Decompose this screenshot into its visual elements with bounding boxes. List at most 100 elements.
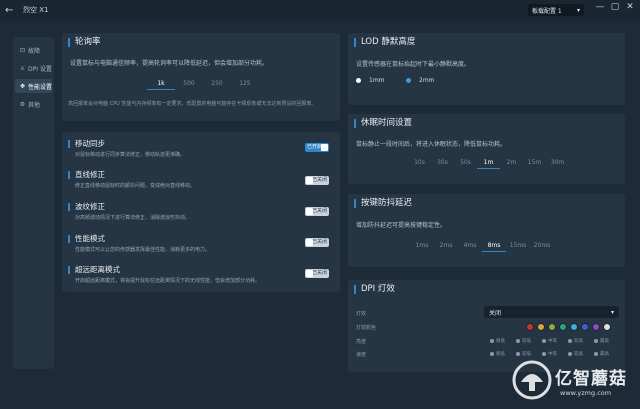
lod-option-1mm[interactable]: 1mm — [356, 77, 385, 84]
sleep-option-1m[interactable]: 1m — [477, 157, 500, 169]
color-swatch[interactable] — [570, 323, 578, 331]
sidebar-item-dpi[interactable]: ⚔ DPI 设置 — [15, 61, 52, 75]
toggle-state: 已关闭 — [311, 270, 327, 276]
sleep-option-15m[interactable]: 15m — [523, 157, 546, 169]
toggle-title-angle-snap: 直线修正 — [68, 171, 105, 179]
angle-snap-toggle[interactable]: 已关闭 — [305, 176, 329, 185]
polling-option-500[interactable]: 500 — [175, 78, 203, 90]
report-icon: ⊡ — [19, 46, 26, 54]
minimize-button[interactable]: — — [594, 2, 606, 12]
debounce-card: 按键防抖延迟 增加防抖延迟可提高按键稳定性。 1ms 2ms 4ms 8ms 1… — [348, 194, 625, 267]
color-swatch[interactable] — [548, 323, 556, 331]
brightness-level[interactable]: 较高 — [568, 338, 594, 344]
sleep-option-30m[interactable]: 30m — [546, 157, 569, 169]
level-label: 较低 — [522, 339, 531, 344]
color-swatch[interactable] — [603, 323, 611, 331]
toggle-state: 已关闭 — [311, 208, 327, 214]
sidebar-item-label: 其他 — [28, 101, 41, 109]
brightness-level[interactable]: 很低 — [490, 338, 516, 344]
toggle-knob — [321, 144, 328, 151]
debounce-option-4ms[interactable]: 4ms — [458, 240, 482, 252]
level-label: 很低 — [496, 339, 505, 344]
level-label: 很低 — [496, 352, 505, 357]
toggle-title-performance-mode: 性能模式 — [68, 235, 105, 243]
toggle-title-ripple-control: 波纹修正 — [68, 203, 105, 211]
toggle-knob — [306, 239, 313, 246]
lod-option-label: 1mm — [369, 77, 385, 84]
color-swatch[interactable] — [526, 323, 534, 331]
toggle-knob — [306, 270, 313, 277]
level-label: 中等 — [548, 339, 557, 344]
level-label: 最高 — [600, 339, 609, 344]
color-swatch[interactable] — [559, 323, 567, 331]
toggle-state: 已开启 — [307, 144, 323, 150]
polling-option-250[interactable]: 250 — [203, 78, 231, 90]
back-arrow-icon[interactable]: ← — [5, 5, 21, 16]
polling-rate-card: 轮询率 设置鼠标与电脑通信频率，提高轮询率可以降低延迟，但会增加部分功耗。 1k… — [62, 33, 340, 121]
toggle-title-motion-sync: 移动同步 — [68, 140, 105, 148]
sidebar-item-label: 性能设置 — [28, 83, 53, 91]
sleep-card: 休眠时间设置 鼠标静止一段时间后，将进入休眠状态，降低鼠标功耗。 10s 30s… — [348, 114, 625, 184]
debounce-option-15ms[interactable]: 15ms — [506, 240, 530, 252]
watermark-logo: 亿智蘑菇 www.yzmg.com — [510, 356, 635, 404]
color-swatch[interactable] — [592, 323, 600, 331]
debounce-option-20ms[interactable]: 20ms — [530, 240, 554, 252]
brightness-level[interactable]: 最高 — [594, 338, 620, 344]
maximize-button[interactable]: ▢ — [609, 2, 621, 12]
chevron-down-icon: ▾ — [576, 6, 580, 14]
motion-sync-toggle[interactable]: 已开启 — [305, 143, 329, 152]
dpi-icon: ⚔ — [19, 64, 26, 72]
toggle-title-long-range-mode: 超远距离模式 — [68, 266, 120, 274]
radio-dot-icon — [594, 339, 598, 343]
watermark-name: 亿智蘑菇 — [555, 369, 627, 389]
long-range-mode-toggle[interactable]: 已关闭 — [305, 269, 329, 278]
close-button[interactable]: ✕ — [624, 2, 636, 12]
brightness-level[interactable]: 较低 — [516, 338, 542, 344]
app-title: 烈空 X1 — [23, 6, 49, 14]
performance-icon: ✥ — [19, 82, 26, 90]
sidebar-item-label: 故障 — [28, 47, 41, 55]
toggle-desc-long-range-mode: 开启超远距离模式，将会提升鼠标在远距离情况下的无线性能，但会增加部分功耗。 — [75, 278, 261, 284]
lod-option-2mm[interactable]: 2mm — [406, 77, 435, 84]
sleep-option-2m[interactable]: 2m — [500, 157, 523, 169]
brightness-level[interactable]: 中等 — [542, 338, 568, 344]
debounce-option-2ms[interactable]: 2ms — [434, 240, 458, 252]
profile-dropdown[interactable]: 板载配置 1 ▾ — [528, 4, 584, 16]
toggle-knob — [306, 208, 313, 215]
profile-label: 板载配置 1 — [532, 7, 562, 15]
color-swatch[interactable] — [537, 323, 545, 331]
level-label: 较高 — [574, 339, 583, 344]
sleep-option-10s[interactable]: 10s — [408, 157, 431, 169]
color-swatch[interactable] — [581, 323, 589, 331]
dpi-light-title: DPI 灯效 — [354, 285, 395, 294]
polling-rate-options: 1k 500 250 125 — [147, 78, 259, 90]
toggle-desc-motion-sync: 对鼠标移动进行同步算法修正，移动轨迹更准确。 — [75, 152, 186, 158]
sidebar-item-label: DPI 设置 — [28, 65, 52, 73]
toggle-desc-angle-snap: 修正直线移动鼠标时的颤抖问题，变成绝对直线移动。 — [75, 183, 196, 189]
sleep-option-30s[interactable]: 30s — [431, 157, 454, 169]
debounce-options: 1ms 2ms 4ms 8ms 15ms 20ms — [410, 240, 554, 252]
sidebar-item-performance[interactable]: ✥ 性能设置 — [15, 79, 52, 93]
radio-dot-icon — [490, 352, 494, 356]
debounce-option-8ms[interactable]: 8ms — [482, 240, 506, 252]
polling-rate-desc: 设置鼠标与电脑通信频率，提高轮询率可以降低延迟，但会增加部分功耗。 — [70, 60, 269, 67]
sidebar: ⊡ 故障 ⚔ DPI 设置 ✥ 性能设置 ⚙ 其他 — [13, 37, 54, 369]
polling-option-1k[interactable]: 1k — [147, 78, 175, 90]
lod-title: LOD 静默高度 — [354, 38, 415, 47]
toggle-knob — [306, 177, 313, 184]
performance-mode-toggle[interactable]: 已关闭 — [305, 238, 329, 247]
radio-dot-icon — [356, 78, 361, 83]
toggle-state: 已关闭 — [311, 239, 327, 245]
sidebar-item-report[interactable]: ⊡ 故障 — [15, 43, 52, 57]
sleep-option-50s[interactable]: 50s — [454, 157, 477, 169]
lod-card: LOD 静默高度 设置传感器在鼠标抬起时下最小静默高度。 1mm 2mm — [348, 33, 625, 105]
light-effect-dropdown[interactable]: 关闭 ▾ — [484, 306, 619, 318]
polling-option-125[interactable]: 125 — [231, 78, 259, 90]
sidebar-item-other[interactable]: ⚙ 其他 — [15, 97, 52, 111]
lod-desc: 设置传感器在鼠标抬起时下最小静默高度。 — [356, 61, 471, 68]
radio-dot-icon — [490, 339, 494, 343]
ripple-control-toggle[interactable]: 已关闭 — [305, 207, 329, 216]
toggle-settings-card: 移动同步 对鼠标移动进行同步算法修正，移动轨迹更准确。 已开启 直线修正 修正直… — [62, 132, 340, 292]
debounce-option-1ms[interactable]: 1ms — [410, 240, 434, 252]
speed-label: 速度 — [356, 352, 367, 358]
